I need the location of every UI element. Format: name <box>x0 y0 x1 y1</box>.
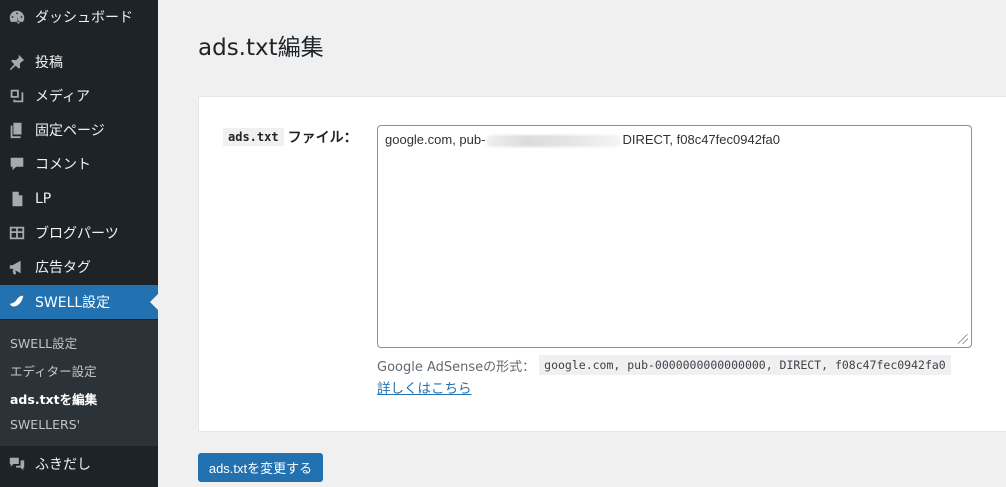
details-link[interactable]: 詳しくはこちら <box>377 377 472 397</box>
textarea-suffix: DIRECT, f08c47fec0942fa0 <box>622 132 780 147</box>
menu-label: ふきだし <box>35 457 91 473</box>
format-description: Google AdSenseの形式： google.com, pub-00000… <box>377 355 951 375</box>
dashboard-icon <box>5 7 29 27</box>
field-label-code: ads.txt <box>223 128 284 146</box>
document-icon <box>5 189 29 209</box>
submenu-item-editor-settings[interactable]: エディター設定 <box>10 361 97 380</box>
menu-label: SWELL設定 <box>35 295 111 311</box>
menu-item-lp[interactable]: LP <box>0 182 158 216</box>
menu-item-pages[interactable]: 固定ページ <box>0 113 158 147</box>
settings-card: ads.txt ファイル： google.com, pub- DIRECT, f0… <box>198 96 1006 432</box>
menu-label: ブログパーツ <box>35 226 119 242</box>
desc-text: Google AdSenseの形式： <box>377 359 536 375</box>
resize-handle[interactable] <box>958 334 968 344</box>
submit-button[interactable]: ads.txtを変更する <box>198 453 323 482</box>
menu-label: メディア <box>35 89 91 105</box>
comment-icon <box>5 154 29 174</box>
menu-item-ad-tags[interactable]: 広告タグ <box>0 250 158 284</box>
menu-item-media[interactable]: メディア <box>0 79 158 113</box>
menu-label: LP <box>35 191 52 207</box>
textarea-prefix: google.com, pub- <box>385 132 486 147</box>
menu-label: コメント <box>35 157 91 173</box>
media-icon <box>5 86 29 106</box>
admin-sidebar: ダッシュボード 投稿 メディア 固定ページ コメント LP ブログパーツ 広告タ… <box>0 0 158 487</box>
menu-label: 広告タグ <box>35 260 91 276</box>
page-icon <box>5 120 29 140</box>
menu-item-posts[interactable]: 投稿 <box>0 45 158 79</box>
ads-txt-textarea[interactable]: google.com, pub- DIRECT, f08c47fec0942fa0 <box>377 125 972 348</box>
speech-bubbles-icon <box>5 454 29 474</box>
pin-icon <box>5 52 29 72</box>
menu-label: ダッシュボード <box>35 10 133 26</box>
submenu-item-swell-settings[interactable]: SWELL設定 <box>10 333 77 352</box>
menu-item-blog-parts[interactable]: ブログパーツ <box>0 216 158 250</box>
submenu-item-swellers[interactable]: SWELLERS' <box>10 417 80 432</box>
desc-code: google.com, pub-0000000000000000, DIRECT… <box>539 355 951 375</box>
swell-submenu: SWELL設定 エディター設定 ads.txtを編集 SWELLERS' <box>0 320 158 446</box>
grid-icon <box>5 223 29 243</box>
menu-item-dashboard[interactable]: ダッシュボード <box>0 0 158 34</box>
menu-item-swell-settings[interactable]: SWELL設定 <box>0 285 158 319</box>
menu-item-balloon[interactable]: ふきだし <box>0 447 158 481</box>
field-label-text: ファイル： <box>287 130 358 146</box>
active-indicator <box>150 294 158 310</box>
redacted-publisher-id <box>486 134 622 147</box>
menu-item-comments[interactable]: コメント <box>0 147 158 181</box>
menu-label: 投稿 <box>35 55 63 71</box>
menu-label: 固定ページ <box>35 123 105 139</box>
swell-icon <box>5 292 29 312</box>
page-title: ads.txt編集 <box>198 35 324 61</box>
ads-txt-field-label: ads.txt ファイル： <box>223 127 358 147</box>
submenu-item-ads-txt[interactable]: ads.txtを編集 <box>10 389 97 408</box>
megaphone-icon <box>5 257 29 277</box>
